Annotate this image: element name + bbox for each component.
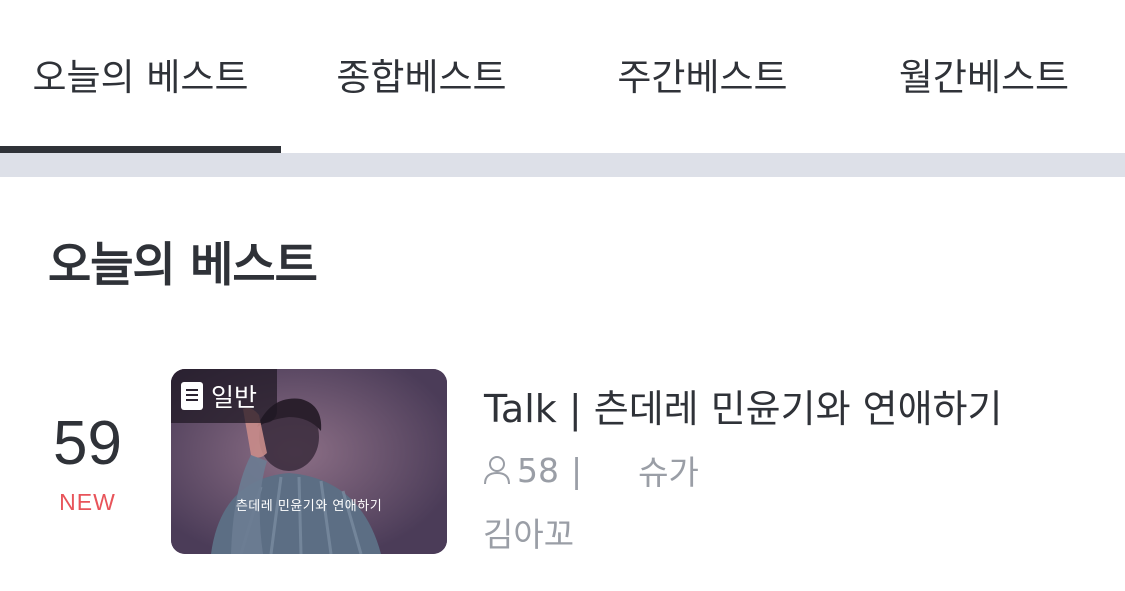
tab-monthly-best[interactable]: 월간베스트: [843, 0, 1125, 153]
thumbnail[interactable]: 일반 츤데레 민윤기와 연애하기: [171, 369, 447, 554]
post-type-label: 일반: [211, 383, 258, 412]
item-meta: 58 | 슈가: [483, 448, 699, 492]
tab-weekly-best[interactable]: 주간베스트: [562, 0, 843, 153]
tab-overall-best[interactable]: 종합베스트: [281, 0, 562, 153]
author-name[interactable]: 김아꼬: [483, 508, 574, 556]
active-tab-indicator: [0, 146, 281, 153]
rank-number: 59: [53, 409, 122, 478]
new-badge: NEW: [59, 489, 116, 515]
item-title[interactable]: Talk | 츤데레 민윤기와 연애하기: [484, 378, 1002, 433]
tag-label[interactable]: 슈가: [638, 446, 699, 494]
thumbnail-caption: 츤데레 민윤기와 연애하기: [235, 499, 383, 514]
section-divider: [0, 153, 1125, 177]
meta-separator: |: [571, 450, 583, 490]
post-type-badge: 일반: [171, 369, 278, 423]
member-count: 58: [517, 450, 559, 490]
tab-today-best[interactable]: 오늘의 베스트: [0, 0, 281, 153]
section-title: 오늘의 베스트: [48, 238, 318, 293]
best-tab-bar: 오늘의 베스트 종합베스트 주간베스트 월간베스트: [0, 0, 1125, 153]
user-icon: [484, 456, 510, 485]
document-icon: [181, 382, 203, 410]
